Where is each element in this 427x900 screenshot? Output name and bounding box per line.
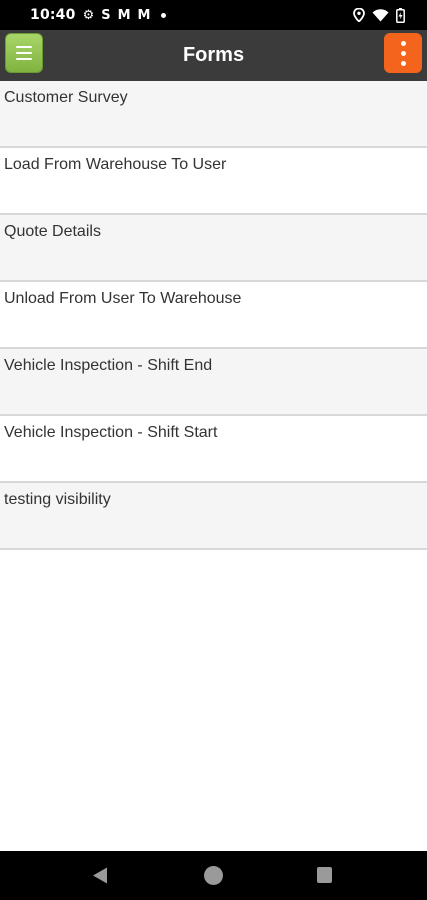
status-time: 10:40 <box>30 7 76 23</box>
vertical-dots-icon <box>400 60 406 66</box>
page-title: Forms <box>182 44 245 66</box>
app-header: Forms <box>0 30 427 81</box>
list-item-label: testing visibility <box>4 491 111 508</box>
list-item-load-from-warehouse[interactable]: Load From Warehouse To User <box>0 148 427 215</box>
vertical-dots-icon <box>400 40 406 46</box>
list-item-testing-visibility[interactable]: testing visibility <box>0 483 427 550</box>
recents-icon[interactable] <box>317 867 332 883</box>
list-item-label: Unload From User To Warehouse <box>4 290 242 307</box>
overflow-menu-button[interactable] <box>384 33 422 73</box>
gear-icon: ⚙ <box>82 7 95 23</box>
list-item-label: Vehicle Inspection - Shift End <box>4 357 213 374</box>
forms-list: Customer Survey Load From Warehouse To U… <box>0 81 427 550</box>
battery-icon <box>396 7 405 23</box>
list-item-quote-details[interactable]: Quote Details <box>0 215 427 282</box>
status-right <box>353 7 405 23</box>
list-item-unload-from-user[interactable]: Unload From User To Warehouse <box>0 282 427 349</box>
list-item-label: Load From Warehouse To User <box>4 156 227 173</box>
status-bar: 10:40 ⚙ S M M <box>0 0 427 30</box>
list-item-vehicle-inspection-shift-start[interactable]: Vehicle Inspection - Shift Start <box>0 416 427 483</box>
system-nav-bar <box>0 851 427 900</box>
vertical-dots-icon <box>400 50 406 56</box>
wifi-icon <box>372 8 389 21</box>
back-icon[interactable] <box>92 867 108 884</box>
home-icon[interactable] <box>204 866 223 885</box>
list-item-vehicle-inspection-shift-end[interactable]: Vehicle Inspection - Shift End <box>0 349 427 416</box>
location-icon <box>353 8 365 22</box>
list-item-label: Vehicle Inspection - Shift Start <box>4 424 218 441</box>
list-item-label: Customer Survey <box>4 89 128 106</box>
dot-icon <box>161 12 167 18</box>
gmail-icon: M <box>117 7 131 23</box>
list-item-label: Quote Details <box>4 223 101 240</box>
status-left: 10:40 ⚙ S M M <box>30 7 167 23</box>
gmail-icon: M <box>137 7 151 23</box>
list-item-customer-survey[interactable]: Customer Survey <box>0 81 427 148</box>
s-notification-icon: S <box>101 7 111 23</box>
